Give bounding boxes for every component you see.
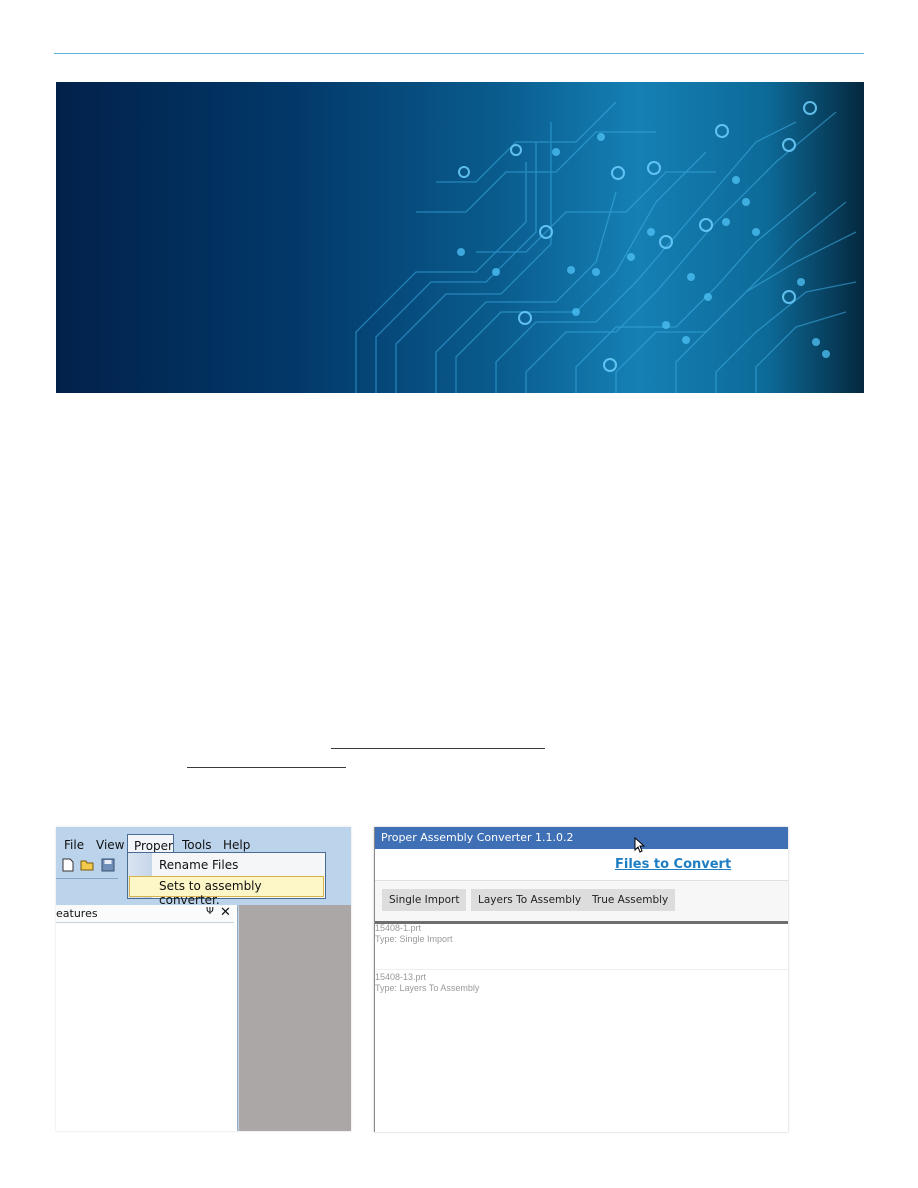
features-panel-title: eatures [56,907,98,920]
close-icon[interactable]: ✕ [220,905,231,920]
menu-item-rename-files[interactable]: Rename Files [159,858,238,872]
circuit-traces-graphic [355,101,857,393]
entry-divider [375,969,788,970]
file-entry[interactable]: 15408-13.prt Type: Layers To Assembly [375,972,788,994]
toolbar-divider [56,878,118,879]
import-type-toolbar: Single Import Layers To Assembly True As… [375,880,788,924]
features-panel: eatures Ψ ✕ [56,905,238,1131]
window-titlebar: Proper Assembly Converter 1.1.0.2 [375,827,788,849]
menu-view[interactable]: View [96,838,124,852]
menu-tools[interactable]: Tools [182,838,212,852]
cad-menu-screenshot: File View Proper Tools Help Rename Files… [56,827,351,1131]
open-folder-icon[interactable] [80,858,94,872]
file-entry-name: 15408-1.prt [375,923,422,933]
converter-window-screenshot: Proper Assembly Converter 1.1.0.2 Files … [374,827,788,1132]
pin-icon[interactable]: Ψ [206,906,214,917]
files-to-convert-link[interactable]: Files to Convert [615,857,731,872]
menu-item-sets-to-assembly-label: Sets to assembly converter. [159,879,262,907]
file-entry-type: Type: Single Import [375,934,453,944]
layers-to-assembly-button[interactable]: Layers To Assembly [471,889,589,911]
graphics-area [239,905,351,1131]
menu-proper-label: Proper [134,839,173,853]
mouse-cursor-icon [634,837,646,853]
underlined-link-line[interactable] [331,748,545,749]
menu-help[interactable]: Help [223,838,250,852]
proper-dropdown-menu: Rename Files Sets to assembly converter. [127,852,326,907]
true-assembly-button[interactable]: True Assembly [585,889,676,911]
file-entry[interactable]: 15408-1.prt Type: Single Import [375,923,788,945]
window-title: Proper Assembly Converter 1.1.0.2 [381,831,574,844]
save-icon[interactable] [101,858,115,872]
circuit-banner-image [56,82,864,393]
single-import-button[interactable]: Single Import [382,889,467,911]
file-entry-name: 15408-13.prt [375,972,427,982]
menu-item-sets-to-assembly[interactable]: Sets to assembly converter. [129,876,324,907]
underlined-link-line[interactable] [187,767,346,768]
menu-file[interactable]: File [64,838,84,852]
file-entry-type: Type: Layers To Assembly [375,983,480,993]
features-panel-header: eatures Ψ ✕ [56,905,234,923]
new-file-icon[interactable] [61,858,75,872]
header-rule [54,53,864,54]
